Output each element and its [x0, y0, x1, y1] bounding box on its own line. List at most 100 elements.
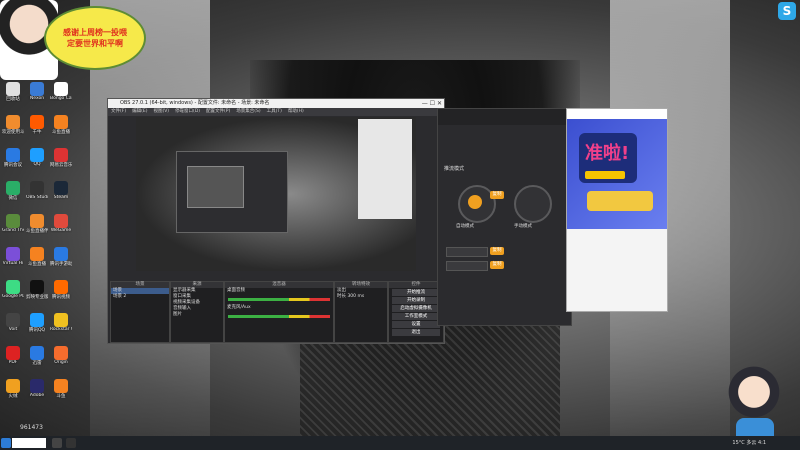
studio-mode-button[interactable]: 工作室模式: [392, 313, 440, 320]
desktop-icon[interactable]: 回收站: [2, 82, 24, 102]
desktop-icon-label: OBS Studio: [26, 195, 48, 200]
server-field[interactable]: [446, 247, 488, 257]
desktop-icon[interactable]: WeGame: [50, 214, 72, 233]
viewer-counter: 961473: [20, 424, 43, 431]
desktop-icon-label: 腾讯QQ: [28, 328, 46, 333]
desktop-icon[interactable]: 剪映专业版: [26, 280, 48, 300]
app-icon: [54, 247, 68, 261]
scene-item[interactable]: 场景 2: [111, 294, 169, 300]
obs-title-bar[interactable]: OBS 27.0.1 (64-bit, windows) - 配置文件: 未命名…: [108, 99, 444, 108]
copy-button[interactable]: 复制: [490, 191, 504, 199]
selected-dot-icon: [468, 195, 482, 209]
window-controls-icon[interactable]: — ☐ ✕: [422, 99, 442, 108]
obs-menu-item[interactable]: 配置文件(P): [206, 109, 230, 114]
avatar-body: [736, 418, 774, 436]
thanks-banner: 感谢上周榜一投喂 定要世界和平啊: [44, 6, 146, 70]
hero-sign: 准啦!: [579, 133, 637, 183]
stream-key-field[interactable]: [446, 261, 488, 271]
app-icon: [6, 280, 20, 294]
obs-menu-item[interactable]: 停靠窗口(D): [175, 109, 200, 114]
obs-menu-item[interactable]: 帮助(H): [288, 109, 304, 114]
desktop-icon[interactable]: 斗鱼直播伴侣: [26, 214, 48, 234]
task-view-icon[interactable]: [52, 438, 62, 448]
app-icon: [6, 346, 20, 360]
desktop-icon[interactable]: 腾讯QQ: [26, 313, 48, 333]
start-recording-button[interactable]: 开始录制: [392, 297, 440, 304]
virtual-camera-button[interactable]: 启动虚拟摄像机: [392, 305, 440, 312]
desktop-icon[interactable]: PDF: [2, 346, 24, 365]
app-icon: [6, 379, 20, 393]
desktop-icon[interactable]: 迅雷: [26, 346, 48, 366]
desktop-icon[interactable]: 腾讯手游助手: [50, 247, 72, 267]
taskbar-search-input[interactable]: [12, 438, 46, 448]
desktop-icon[interactable]: QQ: [26, 148, 48, 167]
app-icon: [54, 148, 68, 162]
stream-assistant-window[interactable]: 推流模式 自动模式 手动模式 复制 复制 复制: [437, 108, 572, 326]
manual-mode-option[interactable]: [514, 185, 552, 223]
desktop-icon-label: 斗鱼直播: [28, 262, 46, 267]
desktop-icon-label: 斗鱼直播伴侣: [26, 229, 48, 234]
desktop-icon[interactable]: 微信: [2, 181, 24, 201]
source-item[interactable]: 图片: [171, 312, 223, 318]
weather-time[interactable]: 15°C 多云 4:1: [732, 439, 766, 446]
obs-menu-item[interactable]: 文件(F): [111, 109, 126, 114]
obs-title: OBS 27.0.1 (64-bit, windows) - 配置文件: 未命名…: [120, 100, 270, 106]
exit-button[interactable]: 退出: [392, 329, 440, 336]
copy-server-button[interactable]: 复制: [490, 247, 504, 255]
app-icon: [54, 82, 68, 96]
desktop-icon[interactable]: OBS Studio: [26, 181, 48, 200]
start-icon[interactable]: [1, 438, 11, 448]
desktop-icon[interactable]: 千牛: [26, 115, 48, 135]
desktop-icon-label: Virtual Hi: [2, 261, 24, 266]
desktop-icon[interactable]: Adobe: [26, 379, 48, 398]
mixer-channel-label: 麦克风/Aux: [227, 305, 251, 310]
weather-text: 15°C 多云: [732, 440, 757, 446]
desktop-icon[interactable]: Steam: [50, 181, 72, 200]
desktop-icon[interactable]: Google Play: [2, 280, 24, 299]
obs-menu-item[interactable]: 视图(V): [153, 109, 169, 114]
desktop-icon[interactable]: 腾讯视频: [50, 280, 72, 300]
obs-menu-item[interactable]: 场景集合(S): [236, 109, 260, 114]
obs-preview[interactable]: [136, 117, 416, 271]
desktop-icon[interactable]: 斗鱼直播: [26, 247, 48, 267]
desktop-icon-label: 迅雷: [32, 361, 42, 366]
app-icon: [30, 313, 44, 327]
settings-button[interactable]: 设置: [392, 321, 440, 328]
desktop-icon[interactable]: Bongo Cat: [50, 82, 72, 101]
start-streaming-button[interactable]: 开始推流: [392, 289, 440, 296]
sources-panel: 来源 显示器采集 窗口采集 视频采集设备 音频输入 图片: [170, 281, 224, 343]
copy-key-button[interactable]: 复制: [490, 261, 504, 269]
corner-app-logo[interactable]: S: [778, 2, 796, 20]
desktop-icon-label: Voit: [8, 327, 18, 332]
app-title-bar[interactable]: [438, 109, 571, 125]
desktop-icon[interactable]: 火绒: [2, 379, 24, 399]
app-icon: [30, 247, 44, 261]
app-icon: [30, 82, 44, 96]
audio-meter[interactable]: [228, 315, 330, 318]
nested-obs-preview: [176, 151, 288, 233]
desktop-icon[interactable]: Nexon: [26, 82, 48, 101]
obs-taskbar-icon[interactable]: [66, 438, 76, 448]
desktop-icon[interactable]: 斗鱼: [50, 379, 72, 399]
app-icon: [30, 214, 44, 228]
desktop-icon[interactable]: 网易云音乐: [50, 148, 72, 168]
desktop-icon[interactable]: Rockstar Games: [50, 313, 72, 332]
audio-meter[interactable]: [228, 298, 330, 301]
obs-window[interactable]: OBS 27.0.1 (64-bit, windows) - 配置文件: 未命名…: [107, 98, 445, 344]
desktop-icon[interactable]: 腾讯会议: [2, 148, 24, 168]
desktop-icon[interactable]: Grand Theft Auto V: [2, 214, 24, 233]
desktop-icon[interactable]: Voit: [2, 313, 24, 332]
app-icon: [6, 247, 20, 261]
desktop-icon[interactable]: 斗鱼直播: [50, 115, 72, 135]
banner-line-1: 感谢上周榜一投喂: [63, 28, 127, 37]
browser-window[interactable]: 准啦!: [566, 108, 668, 312]
obs-menu-item[interactable]: 工具(T): [267, 109, 282, 114]
desktop-icon[interactable]: 欢迎使用斗鱼直播助手: [2, 115, 24, 135]
desktop-icon[interactable]: Virtual Hi: [2, 247, 24, 266]
app-icon: [54, 379, 68, 393]
obs-menu-item[interactable]: 编辑(E): [132, 109, 147, 114]
app-icon: [54, 313, 68, 327]
desktop-icon[interactable]: Origin: [50, 346, 72, 365]
duration-value[interactable]: 300 ms: [347, 294, 364, 299]
desktop-icon-label: 网易云音乐: [50, 163, 72, 168]
